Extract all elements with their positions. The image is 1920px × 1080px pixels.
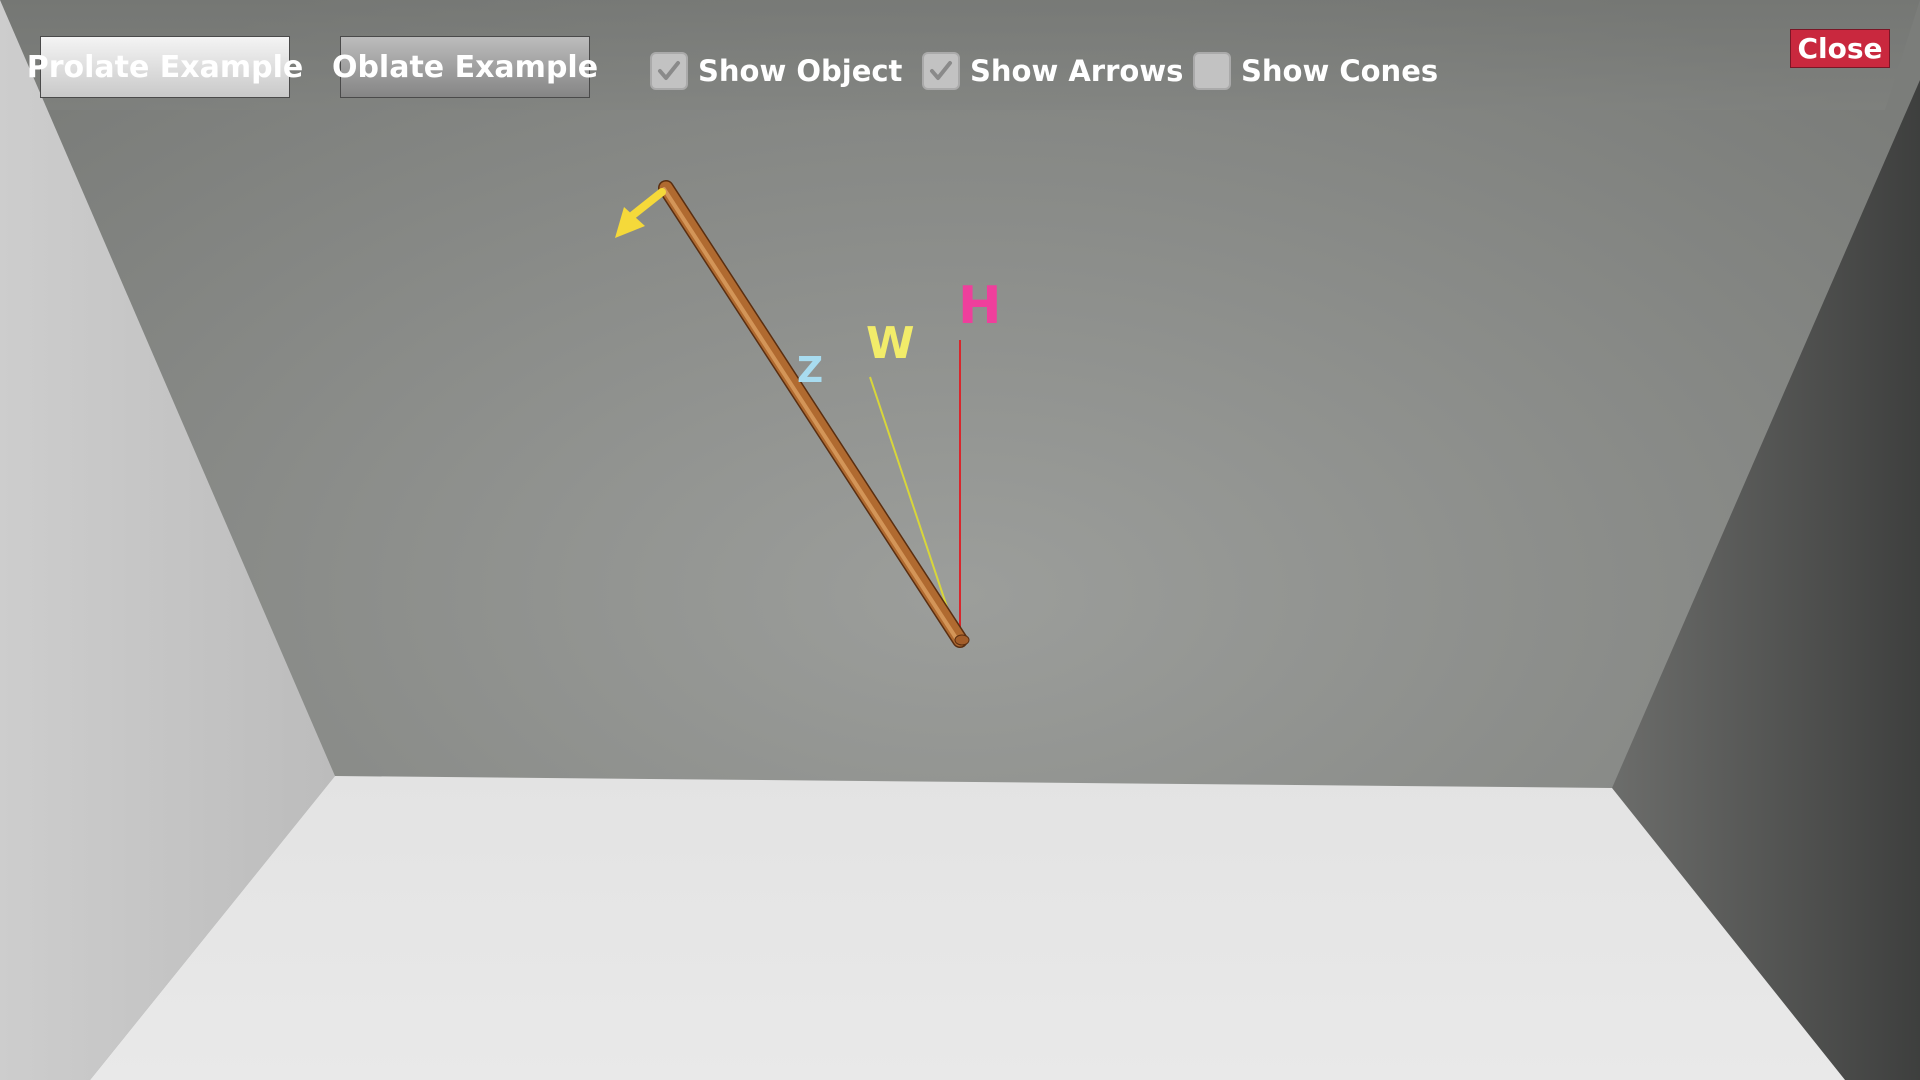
checkmark-icon[interactable] [650,52,688,90]
prolate-example-button[interactable]: Prolate Example [27,36,303,98]
show-arrows-checkbox[interactable]: Show Arrows [922,50,1183,92]
show-arrows-label: Show Arrows [970,54,1184,88]
oblate-example-button[interactable]: Oblate Example [332,36,598,98]
w-axis-label: W [866,318,915,369]
unchecked-box[interactable] [1193,52,1231,90]
show-cones-label: Show Cones [1241,54,1439,88]
h-axis-label: H [958,276,1002,336]
show-cones-checkbox[interactable]: Show Cones [1193,50,1438,92]
floor [90,776,1845,1080]
show-object-checkbox[interactable]: Show Object [650,50,902,92]
checkmark-icon[interactable] [922,52,960,90]
3d-viewport[interactable] [0,0,1920,1080]
close-button[interactable]: Close [1790,29,1890,68]
z-axis-label: Z [797,350,824,391]
show-object-label: Show Object [698,54,903,88]
